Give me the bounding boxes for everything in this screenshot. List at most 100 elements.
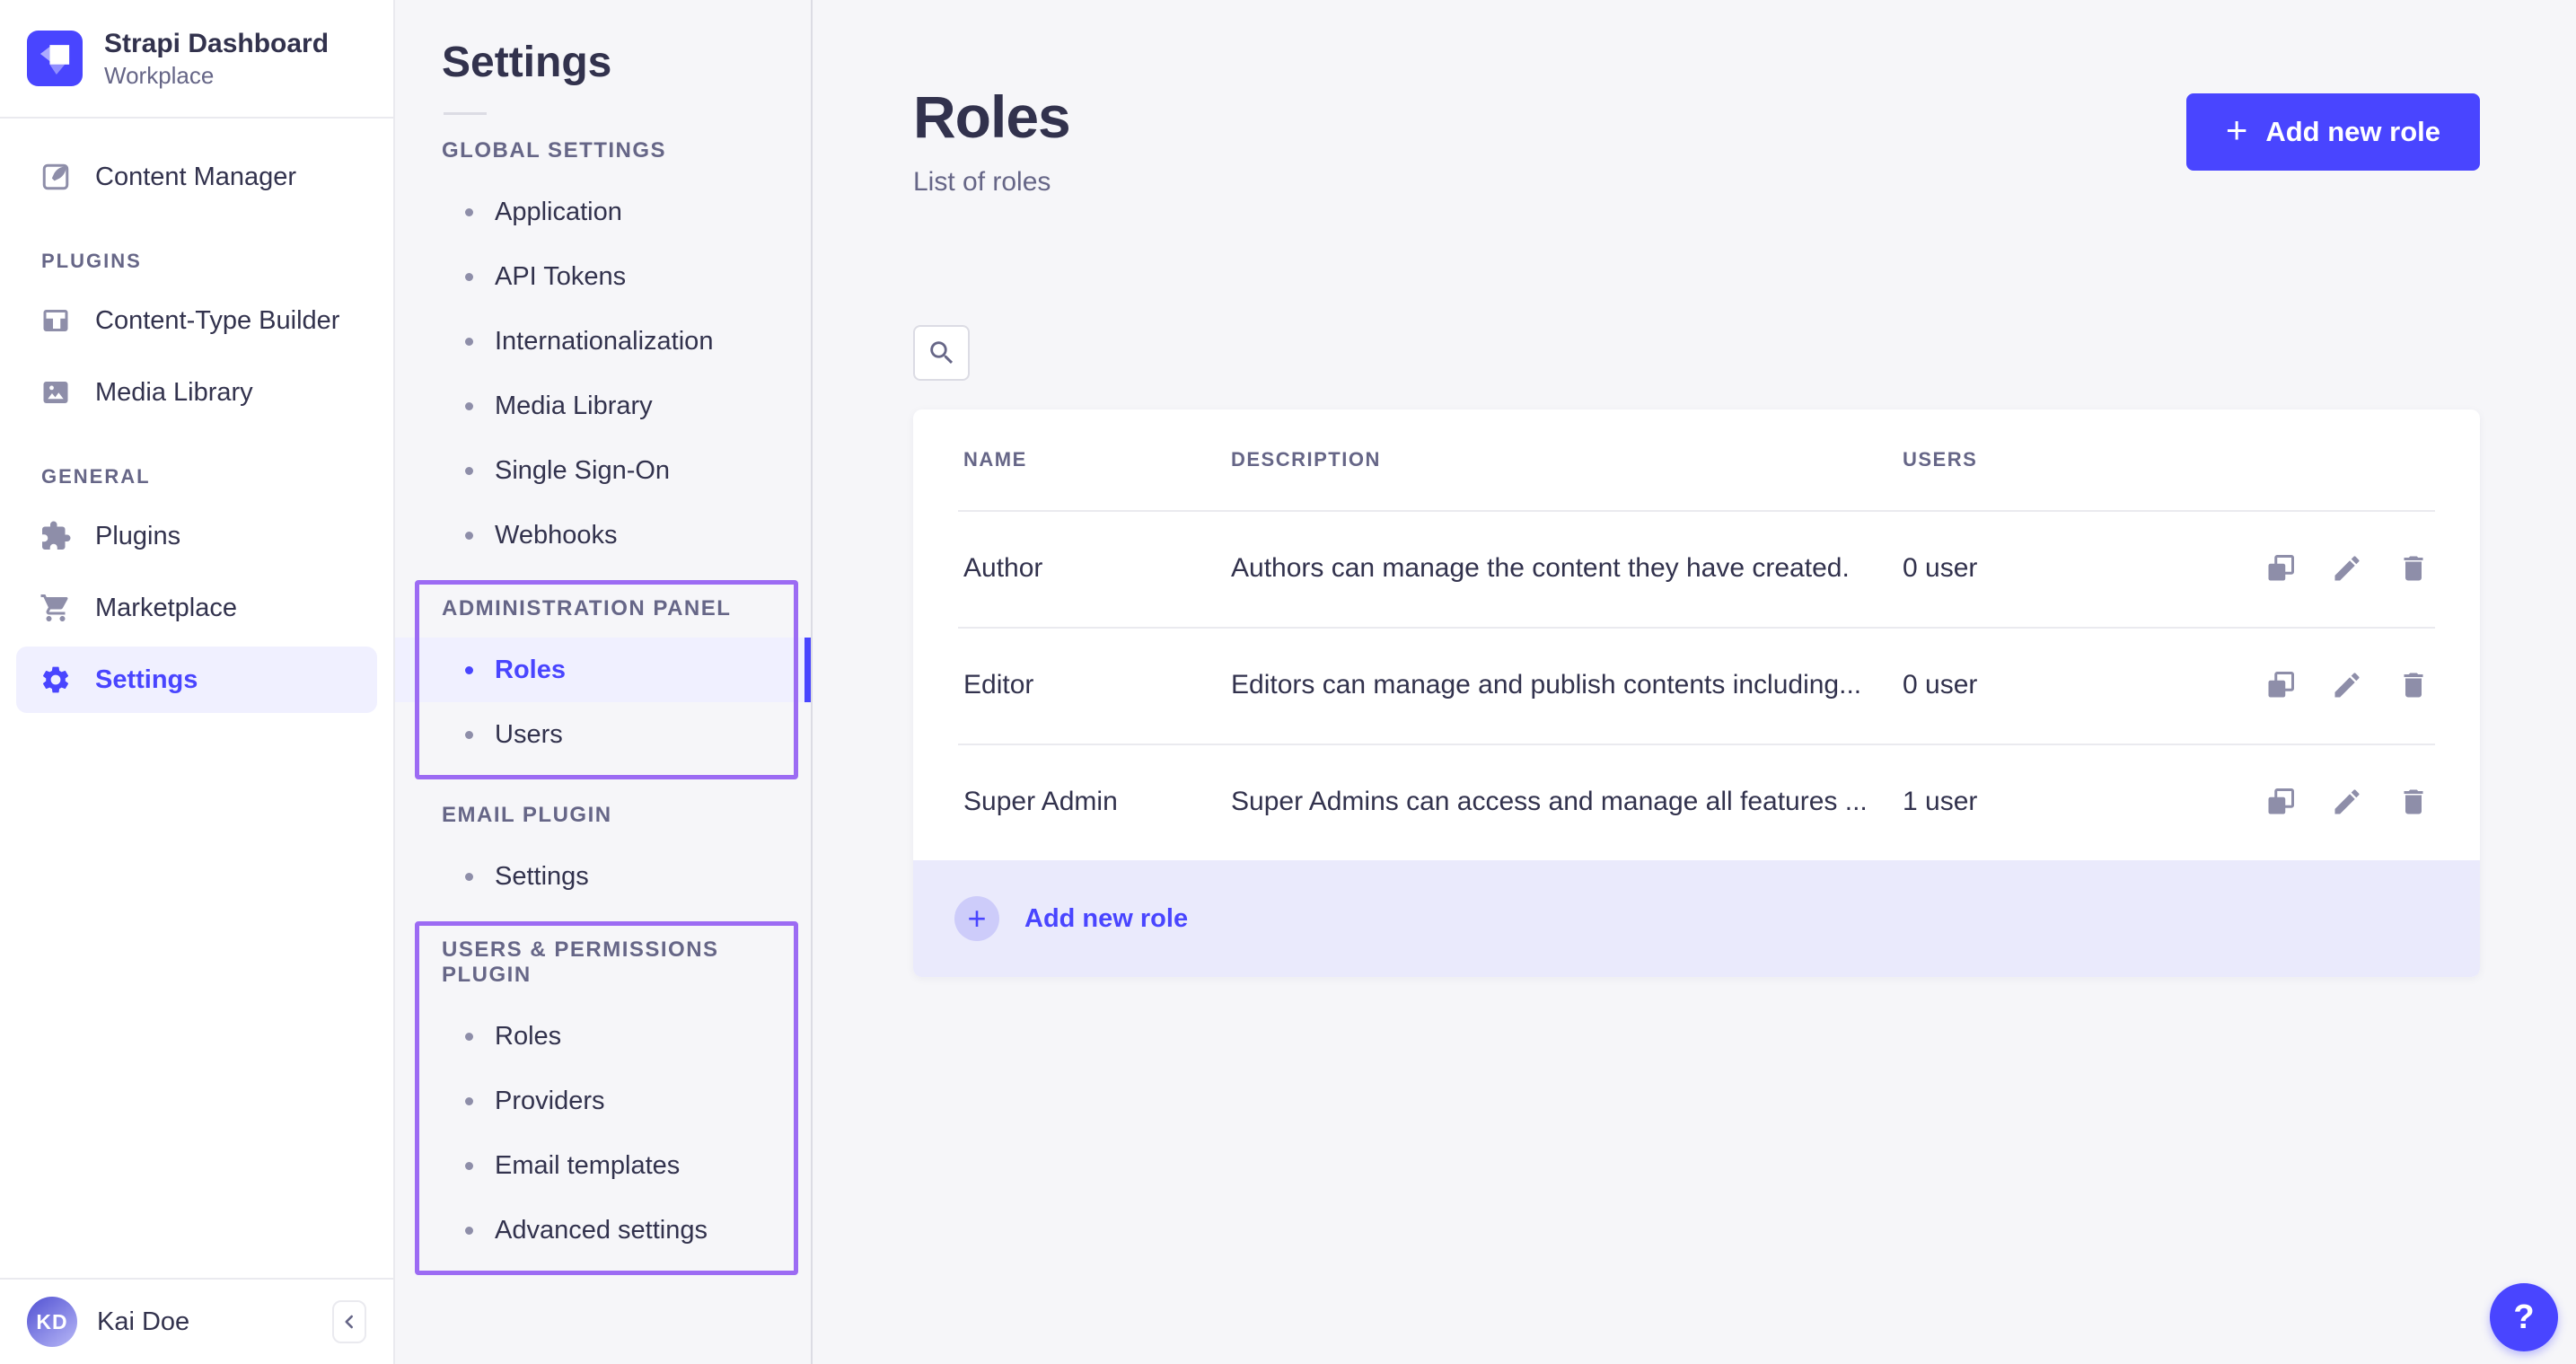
nav-item-content-manager[interactable]: Content Manager xyxy=(16,144,377,210)
nav-item-plugins[interactable]: Plugins xyxy=(16,503,377,569)
workspace-header: Strapi Dashboard Workplace xyxy=(0,0,393,119)
role-description: Super Admins can access and manage all f… xyxy=(1231,787,1903,817)
role-name: Super Admin xyxy=(963,787,1231,817)
table-row[interactable]: Author Authors can manage the content th… xyxy=(913,510,2480,627)
add-new-role-footer-label: Add new role xyxy=(1024,904,1188,934)
search-icon xyxy=(927,338,957,368)
role-users-count: 0 user xyxy=(1903,670,2205,700)
main-content: Roles List of roles + Add new role NAME … xyxy=(813,0,2576,1364)
subnav-item-single-sign-on[interactable]: Single Sign-On xyxy=(395,438,811,503)
bullet-icon xyxy=(465,731,473,739)
subnav-item-advanced-settings[interactable]: Advanced settings xyxy=(395,1198,811,1263)
bullet-icon xyxy=(465,273,473,281)
nav-item-label: Content Manager xyxy=(95,163,296,192)
subnav-item-label: Email templates xyxy=(495,1151,680,1181)
duplicate-role-button[interactable] xyxy=(2264,786,2297,818)
nav-section-general: GENERAL xyxy=(0,465,393,488)
nav-item-settings[interactable]: Settings xyxy=(16,647,377,713)
chevron-left-icon xyxy=(338,1310,361,1333)
delete-icon xyxy=(2397,552,2430,585)
nav-item-label: Media Library xyxy=(95,378,253,408)
collapse-sidebar-button[interactable] xyxy=(332,1300,366,1343)
sidebar-footer: KD Kai Doe xyxy=(0,1278,393,1364)
active-indicator-bar xyxy=(804,638,811,702)
subnav-item-up-roles[interactable]: Roles xyxy=(395,1004,811,1069)
puzzle-icon xyxy=(40,520,72,552)
plus-icon: + xyxy=(967,902,986,935)
subnav-item-webhooks[interactable]: Webhooks xyxy=(395,503,811,568)
role-description: Authors can manage the content they have… xyxy=(1231,553,1903,584)
bullet-icon xyxy=(465,666,473,674)
content-manager-icon xyxy=(40,161,72,193)
delete-role-button[interactable] xyxy=(2397,669,2430,701)
table-header-row: NAME DESCRIPTION USERS xyxy=(913,409,2480,510)
subnav-item-providers[interactable]: Providers xyxy=(395,1069,811,1133)
nav-item-label: Settings xyxy=(95,665,198,695)
subnav-item-label: Application xyxy=(495,198,622,227)
help-button[interactable]: ? xyxy=(2490,1283,2558,1351)
delete-icon xyxy=(2397,786,2430,818)
bullet-icon xyxy=(465,467,473,475)
subnav-item-label: Single Sign-On xyxy=(495,456,670,486)
table-add-new-role[interactable]: + Add new role xyxy=(913,860,2480,977)
nav-item-label: Content-Type Builder xyxy=(95,306,339,336)
search-button[interactable] xyxy=(913,325,970,381)
add-new-role-button[interactable]: + Add new role xyxy=(2186,93,2480,171)
column-header-users: USERS xyxy=(1903,448,2205,471)
duplicate-role-button[interactable] xyxy=(2264,669,2297,701)
table-row[interactable]: Editor Editors can manage and publish co… xyxy=(913,627,2480,744)
duplicate-role-button[interactable] xyxy=(2264,552,2297,585)
subnav-item-admin-users[interactable]: Users xyxy=(395,702,811,767)
bullet-icon xyxy=(465,338,473,346)
delete-role-button[interactable] xyxy=(2397,552,2430,585)
role-users-count: 0 user xyxy=(1903,553,2205,584)
edit-role-button[interactable] xyxy=(2331,552,2363,585)
subnav-item-label: Webhooks xyxy=(495,521,618,550)
subnav-item-api-tokens[interactable]: API Tokens xyxy=(395,244,811,309)
workspace-name: Workplace xyxy=(104,62,329,90)
subnav-item-email-templates[interactable]: Email templates xyxy=(395,1133,811,1198)
avatar[interactable]: KD xyxy=(27,1297,77,1347)
nav-item-marketplace[interactable]: Marketplace xyxy=(16,575,377,641)
cart-icon xyxy=(40,592,72,624)
subnav-title: Settings xyxy=(442,38,811,87)
column-header-name: NAME xyxy=(963,448,1231,471)
plus-circle-icon: + xyxy=(954,896,999,941)
main-sidebar: Strapi Dashboard Workplace Content Manag… xyxy=(0,0,395,1364)
subnav-item-application[interactable]: Application xyxy=(395,180,811,244)
duplicate-icon xyxy=(2264,786,2297,818)
column-header-description: DESCRIPTION xyxy=(1231,448,1903,471)
subnav-item-label: API Tokens xyxy=(495,262,626,292)
subnav-item-label: Roles xyxy=(495,656,566,685)
subnav-item-label: Settings xyxy=(495,862,589,892)
page-title: Roles xyxy=(913,83,1070,151)
group-label: GLOBAL SETTINGS xyxy=(395,138,811,163)
nav-item-label: Plugins xyxy=(95,522,180,551)
edit-role-button[interactable] xyxy=(2331,786,2363,818)
nav-item-media-library[interactable]: Media Library xyxy=(16,359,377,426)
roles-table: NAME DESCRIPTION USERS Author Authors ca… xyxy=(913,409,2480,977)
table-row[interactable]: Super Admin Super Admins can access and … xyxy=(913,744,2480,860)
subnav-item-email-settings[interactable]: Settings xyxy=(395,844,811,909)
bullet-icon xyxy=(465,1033,473,1041)
subnav-item-media-library[interactable]: Media Library xyxy=(395,374,811,438)
subnav-item-admin-roles[interactable]: Roles xyxy=(395,638,811,702)
role-name: Author xyxy=(963,553,1231,584)
group-global-settings: GLOBAL SETTINGS Application API Tokens I… xyxy=(395,138,811,568)
bullet-icon xyxy=(465,1097,473,1105)
group-label: ADMINISTRATION PANEL xyxy=(395,596,811,621)
group-users-permissions-annotation-box: USERS & PERMISSIONS PLUGIN Roles Provide… xyxy=(395,921,811,1275)
delete-role-button[interactable] xyxy=(2397,786,2430,818)
add-new-role-label: Add new role xyxy=(2265,116,2440,148)
subnav-item-label: Media Library xyxy=(495,392,653,421)
subnav-item-internationalization[interactable]: Internationalization xyxy=(395,309,811,374)
role-users-count: 1 user xyxy=(1903,787,2205,817)
subnav-item-label: Advanced settings xyxy=(495,1216,708,1245)
plus-icon: + xyxy=(2226,111,2248,149)
app-title: Strapi Dashboard xyxy=(104,28,329,60)
nav-item-content-type-builder[interactable]: Content-Type Builder xyxy=(16,287,377,354)
gear-icon xyxy=(40,664,72,696)
group-email-plugin: EMAIL PLUGIN Settings xyxy=(395,803,811,909)
edit-role-button[interactable] xyxy=(2331,669,2363,701)
bullet-icon xyxy=(465,873,473,881)
